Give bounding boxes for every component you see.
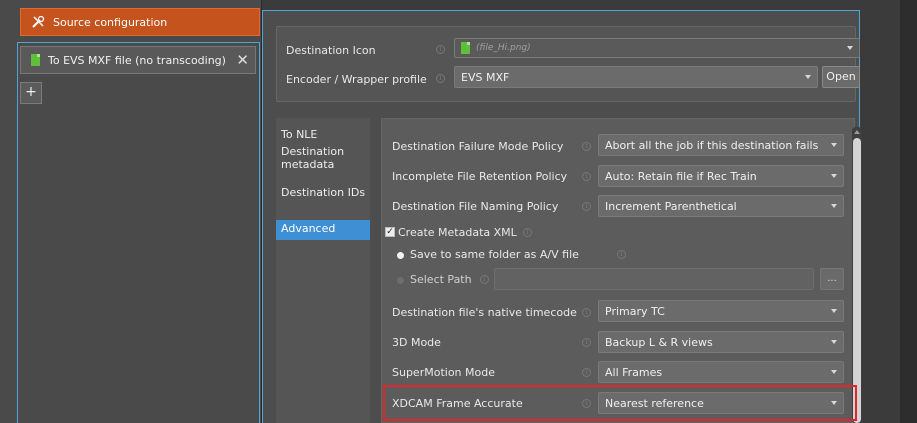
source-configuration-label: Source configuration: [53, 15, 168, 29]
nav-item-destination-ids[interactable]: Destination IDs: [276, 184, 370, 201]
chevron-down-icon: [831, 340, 837, 344]
nav-item-to-nle[interactable]: To NLE: [276, 126, 370, 143]
tools-icon: [31, 15, 45, 29]
encoder-profile-value: EVS MXF: [461, 70, 510, 84]
info-icon: i: [480, 275, 489, 284]
naming-policy-label: Destination File Naming Policy: [392, 200, 559, 213]
info-icon: i: [582, 368, 591, 377]
info-icon: i: [582, 172, 591, 181]
xdcam-frame-accurate-select[interactable]: Nearest reference: [598, 392, 844, 414]
source-configuration-tab[interactable]: Source configuration: [20, 8, 260, 36]
info-icon: i: [582, 202, 591, 211]
supermotion-mode-label: SuperMotion Mode: [392, 366, 495, 379]
info-icon: i: [436, 45, 445, 54]
nav-item-destination-metadata[interactable]: Destination metadata: [276, 143, 370, 173]
destination-group: [17, 42, 260, 423]
destination-item-evs-mxf[interactable]: To EVS MXF file (no transcoding) ✕: [20, 46, 256, 74]
select-path-label: Select Path: [410, 273, 472, 286]
mode-3d-value: Backup L & R views: [605, 335, 713, 349]
info-icon: i: [582, 308, 591, 317]
same-folder-label: Save to same folder as A/V file: [410, 248, 579, 261]
info-icon: i: [523, 228, 532, 237]
nav-item-advanced[interactable]: Advanced: [276, 220, 370, 240]
destination-icon-value: (file_Hi.png): [476, 43, 531, 53]
incomplete-retention-value: Auto: Retain file if Rec Train: [605, 169, 757, 183]
add-destination-button[interactable]: +: [20, 82, 42, 104]
green-file-icon: [461, 42, 470, 54]
failure-policy-label: Destination Failure Mode Policy: [392, 140, 564, 153]
info-icon: i: [617, 250, 626, 259]
green-file-icon: [31, 54, 40, 66]
supermotion-mode-select[interactable]: All Frames: [598, 361, 844, 383]
xdcam-frame-accurate-value: Nearest reference: [605, 396, 704, 410]
select-path-input[interactable]: [494, 268, 814, 290]
failure-policy-select[interactable]: Abort all the job if this destination fa…: [598, 134, 844, 156]
same-folder-radio[interactable]: [397, 252, 404, 259]
xdcam-frame-accurate-label: XDCAM Frame Accurate: [392, 397, 523, 410]
naming-policy-value: Increment Parenthetical: [605, 199, 737, 213]
select-path-radio[interactable]: [397, 277, 404, 284]
scrollbar-thumb[interactable]: [853, 138, 861, 423]
create-metadata-xml-label: Create Metadata XML: [398, 226, 517, 239]
chevron-down-icon: [831, 309, 837, 313]
info-icon: i: [436, 74, 445, 83]
naming-policy-select[interactable]: Increment Parenthetical: [598, 195, 844, 217]
native-timecode-select[interactable]: Primary TC: [598, 300, 844, 322]
right-edge-strip: [900, 0, 917, 423]
chevron-down-icon: [831, 174, 837, 178]
destination-item-label: To EVS MXF file (no transcoding): [48, 53, 226, 67]
info-icon: i: [582, 338, 591, 347]
info-icon: i: [582, 142, 591, 151]
encoder-profile-label: Encoder / Wrapper profile: [286, 73, 427, 86]
destination-icon-label: Destination Icon: [286, 44, 376, 57]
mode-3d-select[interactable]: Backup L & R views: [598, 331, 844, 353]
native-timecode-value: Primary TC: [605, 304, 665, 318]
mode-3d-label: 3D Mode: [392, 336, 441, 349]
close-icon[interactable]: ✕: [236, 52, 249, 68]
chevron-down-icon: [847, 46, 853, 50]
browse-path-button[interactable]: ...: [820, 268, 844, 290]
destination-icon-select[interactable]: (file_Hi.png): [454, 38, 860, 58]
native-timecode-label: Destination file's native timecode: [392, 306, 577, 319]
chevron-down-icon: [831, 401, 837, 405]
create-metadata-xml-checkbox[interactable]: ✓: [385, 227, 395, 237]
supermotion-mode-value: All Frames: [605, 365, 663, 379]
chevron-down-icon: [805, 75, 811, 79]
chevron-down-icon: [831, 204, 837, 208]
chevron-down-icon: [831, 143, 837, 147]
failure-policy-value: Abort all the job if this destination fa…: [605, 138, 819, 152]
scroll-up-arrow-icon[interactable]: [854, 130, 860, 134]
incomplete-retention-select[interactable]: Auto: Retain file if Rec Train: [598, 165, 844, 187]
open-button[interactable]: Open: [822, 66, 860, 88]
encoder-profile-select[interactable]: EVS MXF: [454, 66, 818, 88]
chevron-down-icon: [831, 370, 837, 374]
incomplete-retention-label: Incomplete File Retention Policy: [392, 170, 568, 183]
info-icon: i: [582, 399, 591, 408]
